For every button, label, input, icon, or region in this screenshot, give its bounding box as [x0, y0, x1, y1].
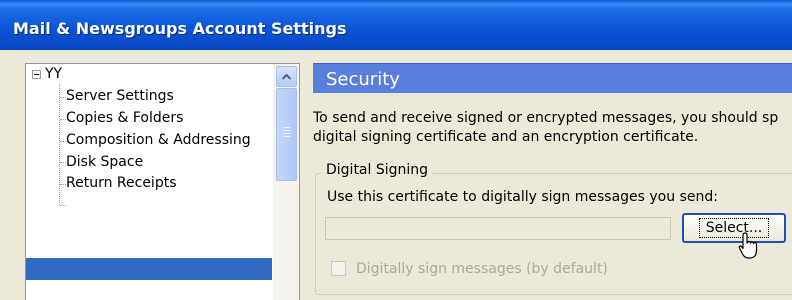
signing-certificate-field[interactable] [325, 217, 671, 240]
description-line-1: To send and receive signed or encrypted … [313, 110, 779, 126]
window-title: Mail & Newsgroups Account Settings [13, 19, 347, 38]
account-tree[interactable]: YY Server Settings Copies & Folders Comp… [25, 63, 300, 300]
tree-item-disk-space[interactable]: Disk Space [66, 152, 143, 173]
security-header: Security [313, 63, 792, 93]
hand-cursor-icon [738, 232, 758, 259]
tree-item-return-receipts[interactable]: Return Receipts [66, 173, 177, 194]
security-description: To send and receive signed or encrypted … [313, 109, 792, 147]
tree-item-label: Return Receipts [66, 175, 177, 191]
digital-signing-title: Digital Signing [322, 162, 433, 178]
tree-item-server-settings[interactable]: Server Settings [66, 86, 174, 107]
tree-item-composition-addressing[interactable]: Composition & Addressing [66, 130, 251, 151]
tree-item-label: Copies & Folders [66, 110, 184, 126]
digitally-sign-label: Digitally sign messages (by default) [356, 261, 608, 277]
tree-account-yy[interactable]: YY [26, 64, 126, 85]
tree-item-security[interactable]: Security [66, 195, 124, 216]
select-certificate-button[interactable]: Select... [682, 213, 786, 243]
tree-item-copies-folders[interactable]: Copies & Folders [66, 108, 183, 129]
tree-connector [59, 84, 60, 205]
collapse-icon[interactable] [32, 70, 41, 79]
tree-account-label: YY [45, 66, 63, 82]
tree-item-label: Security [66, 197, 124, 213]
chevron-up-icon [282, 73, 291, 80]
tree-item-label: Disk Space [66, 154, 144, 170]
tree-item-label: Server Settings [66, 88, 174, 104]
title-bar[interactable]: Mail & Newsgroups Account Settings [0, 0, 792, 50]
page-title: Security [326, 69, 400, 90]
tree-item-label: Composition & Addressing [66, 132, 251, 148]
scroll-up-button[interactable] [276, 66, 297, 87]
certificate-label: Use this certificate to digitally sign m… [327, 189, 718, 205]
description-line-2: digital signing certificate and an encry… [313, 129, 699, 145]
selection-highlight [26, 258, 272, 280]
digitally-sign-checkbox[interactable] [331, 261, 346, 276]
scroll-thumb[interactable] [276, 88, 297, 181]
